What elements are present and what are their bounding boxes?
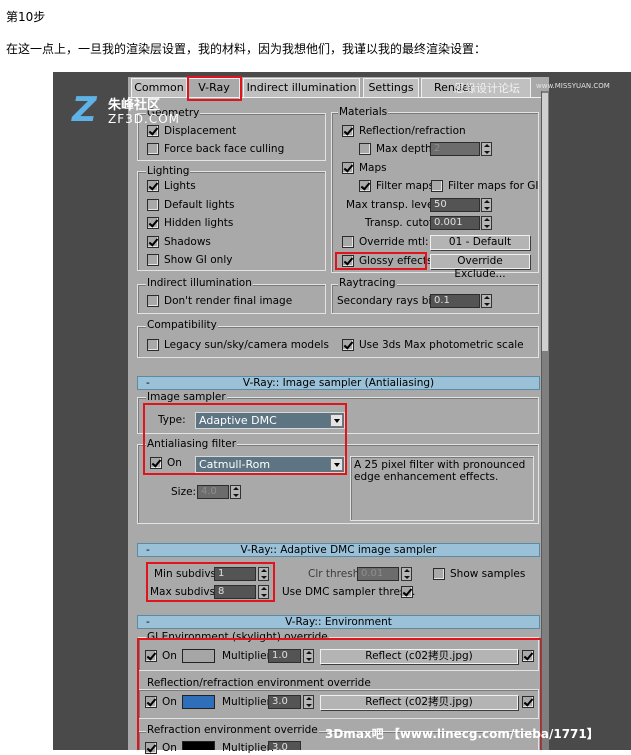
reflection-refraction-checkbox[interactable]	[342, 125, 354, 137]
scrollbar-thumb[interactable]	[542, 93, 548, 351]
collapse-icon: -	[146, 616, 150, 628]
lights-label: Lights	[164, 180, 196, 192]
environment-rollout-header[interactable]: - V-Ray:: Environment	[137, 615, 540, 629]
intro-text: 在这一点上，一旦我的渲染层设置，我的材料，因为我想他们，我谨以我的最终渲染设置：	[6, 42, 487, 56]
highlight-vray-tab	[187, 76, 242, 101]
collapse-icon: -	[146, 544, 150, 556]
indirect-label: Indirect illumination	[146, 277, 253, 289]
watermark-url: www.MISSYUAN.COM	[536, 82, 610, 90]
maps-checkbox[interactable]	[342, 162, 354, 174]
secondary-bias-field[interactable]: 0.1	[430, 294, 480, 308]
displacement-label: Displacement	[164, 125, 237, 137]
show-gi-only-label: Show GI only	[164, 254, 233, 266]
transp-cutoff-spinner[interactable]	[481, 216, 492, 230]
override-mtl-label: Override mtl:	[359, 236, 429, 248]
watermark-en: ZF3D.COM	[108, 112, 180, 126]
clr-thresh-field[interactable]: 0.01	[357, 567, 399, 581]
step-heading: 第10步	[6, 10, 46, 24]
dont-render-label: Don't render final image	[164, 295, 293, 307]
tab-indirect-illumination[interactable]: Indirect illumination	[243, 78, 360, 98]
default-lights-label: Default lights	[164, 199, 235, 211]
max-depth-spinner[interactable]	[481, 142, 492, 156]
shadows-label: Shadows	[164, 236, 211, 248]
max-transp-field[interactable]: 50	[430, 198, 480, 212]
shadows-checkbox[interactable]	[147, 236, 159, 248]
photometric-label: Use 3ds Max photometric scale	[359, 339, 524, 351]
legacy-label: Legacy sun/sky/camera models	[164, 339, 329, 351]
watermark-forum: 思缘设计论坛	[454, 82, 520, 95]
show-gi-only-checkbox[interactable]	[147, 254, 159, 266]
photometric-checkbox[interactable]	[342, 339, 354, 351]
zf3d-logo-icon: Z	[72, 90, 97, 130]
footer-watermark: 3Dmax吧 【www.linecg.com/tieba/1771】	[325, 727, 599, 741]
filter-maps-checkbox[interactable]	[359, 180, 371, 192]
secondary-bias-label: Secondary rays bias	[337, 295, 444, 307]
size-label: Size:	[171, 486, 197, 498]
max-depth-label: Max depth	[376, 143, 432, 155]
displacement-checkbox[interactable]	[147, 125, 159, 137]
image-sampler-label: Image sampler	[146, 391, 227, 403]
force-back-face-label: Force back face culling	[164, 143, 285, 155]
lighting-label: Lighting	[146, 165, 191, 177]
collapse-icon: -	[146, 377, 150, 389]
watermark-cn: 朱峰社区	[108, 98, 161, 113]
dmc-title: V-Ray:: Adaptive DMC image sampler	[240, 544, 437, 556]
reflection-refraction-label: Reflection/refraction	[359, 125, 466, 137]
show-samples-label: Show samples	[450, 568, 526, 580]
environment-title: V-Ray:: Environment	[285, 616, 392, 628]
clr-thresh-label: Clr thresh:	[308, 568, 363, 580]
dont-render-checkbox[interactable]	[147, 295, 159, 307]
max-depth-field[interactable]: 2	[430, 142, 480, 156]
max-transp-spinner[interactable]	[481, 198, 492, 212]
size-spinner[interactable]	[230, 485, 241, 499]
highlight-subdivs	[146, 562, 275, 602]
compatibility-label: Compatibility	[146, 319, 218, 331]
max-depth-checkbox[interactable]	[359, 143, 371, 155]
highlight-glossy-effects	[335, 252, 427, 270]
override-mtl-button[interactable]: 01 - Default	[430, 235, 530, 250]
filter-maps-gi-checkbox[interactable]	[431, 180, 443, 192]
filter-description: A 25 pixel filter with pronounced edge e…	[350, 456, 534, 521]
maps-label: Maps	[359, 162, 387, 174]
filter-maps-gi-label: Filter maps for GI	[448, 180, 539, 192]
filter-maps-label: Filter maps	[376, 180, 435, 192]
image-sampler-rollout-header[interactable]: - V-Ray:: Image sampler (Antialiasing)	[137, 376, 540, 390]
legacy-checkbox[interactable]	[147, 339, 159, 351]
hidden-lights-checkbox[interactable]	[147, 217, 159, 229]
force-back-face-checkbox[interactable]	[147, 143, 159, 155]
raytracing-label: Raytracing	[338, 277, 397, 289]
hidden-lights-label: Hidden lights	[164, 217, 234, 229]
secondary-bias-spinner[interactable]	[481, 294, 492, 308]
dmc-rollout-header[interactable]: - V-Ray:: Adaptive DMC image sampler	[137, 543, 540, 557]
max-transp-label: Max transp. levels	[346, 199, 442, 211]
size-field[interactable]: 4.0	[197, 485, 229, 499]
materials-label: Materials	[338, 106, 389, 118]
clr-thresh-spinner[interactable]	[401, 567, 412, 581]
override-exclude-button[interactable]: Override Exclude...	[430, 254, 530, 280]
transp-cutoff-field[interactable]: 0.001	[430, 216, 480, 230]
lights-checkbox[interactable]	[147, 180, 159, 192]
use-dmc-checkbox[interactable]	[401, 586, 413, 598]
tab-settings[interactable]: Settings	[363, 78, 419, 98]
use-dmc-label: Use DMC sampler thresh.	[282, 586, 416, 598]
override-mtl-checkbox[interactable]	[342, 236, 354, 248]
image-sampler-title: V-Ray:: Image sampler (Antialiasing)	[242, 377, 435, 389]
transp-cutoff-label: Transp. cutoff	[365, 217, 437, 229]
highlight-image-sampler	[143, 403, 347, 475]
show-samples-checkbox[interactable]	[433, 568, 445, 580]
default-lights-checkbox[interactable]	[147, 199, 159, 211]
